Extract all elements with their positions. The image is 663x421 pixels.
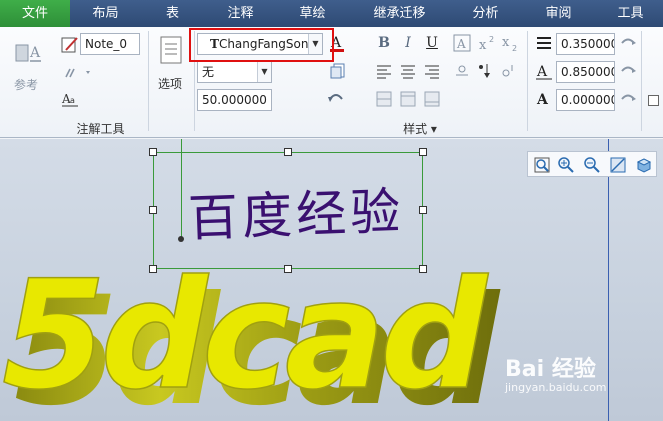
- superscript-icon[interactable]: x2: [477, 33, 497, 53]
- options-label: 选项: [158, 77, 183, 91]
- underline-icon[interactable]: U: [422, 33, 442, 53]
- svg-text:A: A: [456, 37, 466, 51]
- line-spacing-field[interactable]: 0.350000: [556, 33, 615, 55]
- app-window: 文件 布局 表 注释 草绘 继承迁移 分析 审阅 工具 A 参考 Note_0 …: [0, 0, 663, 421]
- resize-handle[interactable]: [419, 265, 427, 273]
- separator: [641, 31, 642, 131]
- menu-bar: 文件 布局 表 注释 草绘 继承迁移 分析 审阅 工具: [0, 0, 663, 27]
- zoom-out-icon[interactable]: [582, 155, 602, 175]
- slant-angle-field[interactable]: 0.000000: [556, 89, 615, 111]
- checkbox[interactable]: [648, 95, 659, 106]
- note-edit-icon[interactable]: [60, 35, 80, 55]
- svg-text:x: x: [479, 38, 487, 53]
- resize-handle[interactable]: [149, 265, 157, 273]
- resize-handle[interactable]: [284, 148, 292, 156]
- note-text[interactable]: 百度经验: [187, 171, 405, 250]
- 3d-model-5dcad[interactable]: 5dcad 5dcad: [0, 259, 600, 421]
- menu-sketch[interactable]: 草绘: [285, 0, 340, 27]
- resize-handle[interactable]: [149, 148, 157, 156]
- vertical-align-icon[interactable]: [474, 61, 494, 81]
- attach-tool-icon[interactable]: [60, 63, 94, 83]
- align-bottom-icon[interactable]: [452, 61, 472, 81]
- resize-handle[interactable]: [284, 265, 292, 273]
- reference-label: 参考: [14, 78, 39, 92]
- drawing-canvas[interactable]: 5dcad 5dcad 百度经验 Bai 经验 jingyan.baidu.co…: [0, 139, 663, 421]
- reset-spacing-icon[interactable]: [618, 33, 638, 53]
- baidu-watermark: Bai 经验 jingyan.baidu.com: [505, 351, 607, 394]
- svg-text:2: 2: [489, 35, 494, 44]
- menu-layout[interactable]: 布局: [78, 0, 133, 27]
- subscript-icon[interactable]: x2: [500, 33, 520, 53]
- reset-width-icon[interactable]: [618, 61, 638, 81]
- watermark-url: jingyan.baidu.com: [505, 381, 607, 394]
- svg-text:x: x: [502, 35, 510, 50]
- anchor-icon[interactable]: [498, 61, 518, 81]
- options-icon[interactable]: [156, 35, 186, 67]
- reference-tool-icon[interactable]: A: [10, 35, 44, 69]
- align-right-icon[interactable]: [422, 61, 442, 81]
- note-name-field[interactable]: Note_0: [80, 33, 140, 55]
- align-center-icon[interactable]: [398, 61, 418, 81]
- zoom-fit-icon[interactable]: [532, 155, 552, 175]
- align-left-icon[interactable]: [374, 61, 394, 81]
- style-group-label: 样式 ▾: [403, 122, 437, 136]
- line-spacing-icon: [534, 33, 554, 53]
- width-factor-field[interactable]: 0.850000: [556, 61, 615, 83]
- annotation-tools-label: 注解工具: [76, 122, 125, 136]
- separator: [527, 31, 528, 131]
- repaint-icon[interactable]: [608, 155, 628, 175]
- svg-text:a: a: [70, 96, 75, 105]
- line-style-value: 无: [202, 65, 215, 79]
- svg-text:2: 2: [512, 44, 517, 53]
- sheet-border-line: [608, 139, 609, 421]
- copy-style-icon[interactable]: [328, 61, 348, 81]
- svg-text:A: A: [536, 92, 549, 108]
- border-bottom-icon[interactable]: [422, 89, 442, 109]
- text-height-field[interactable]: 50.000000: [197, 89, 272, 111]
- model-text-face: 5dcad: [2, 259, 489, 421]
- width-factor-icon: A: [534, 61, 554, 81]
- menu-tools[interactable]: 工具: [603, 0, 658, 27]
- menu-table[interactable]: 表: [150, 0, 195, 27]
- menu-annotate[interactable]: 注释: [213, 0, 268, 27]
- view-toolbar: [527, 151, 657, 177]
- font-highlight-box: [189, 28, 334, 62]
- svg-text:A: A: [29, 45, 41, 61]
- display-style-icon[interactable]: [634, 155, 654, 175]
- frame-text-icon[interactable]: A: [452, 33, 472, 53]
- svg-text:A: A: [536, 64, 548, 80]
- border-box-icon[interactable]: [374, 89, 394, 109]
- watermark-brand: Bai 经验: [505, 357, 596, 382]
- line-style-dropdown[interactable]: 无 ▼: [197, 61, 272, 83]
- separator: [148, 31, 149, 131]
- resize-handle[interactable]: [419, 206, 427, 214]
- menu-legacy-migration[interactable]: 继承迁移: [362, 0, 437, 27]
- zoom-in-icon[interactable]: [556, 155, 576, 175]
- resize-handle[interactable]: [419, 148, 427, 156]
- italic-icon[interactable]: I: [398, 33, 418, 53]
- resize-handle[interactable]: [149, 206, 157, 214]
- undo-style-icon[interactable]: [326, 89, 346, 109]
- menu-analysis[interactable]: 分析: [458, 0, 513, 27]
- reset-slant-icon[interactable]: [618, 89, 638, 109]
- chevron-down-icon[interactable]: ▼: [257, 62, 271, 82]
- bold-icon[interactable]: B: [374, 33, 394, 53]
- border-top-icon[interactable]: [398, 89, 418, 109]
- text-format-icon[interactable]: Aa: [60, 89, 80, 109]
- menu-file[interactable]: 文件: [0, 0, 70, 27]
- slant-angle-icon: A: [534, 89, 554, 109]
- menu-review[interactable]: 审阅: [531, 0, 586, 27]
